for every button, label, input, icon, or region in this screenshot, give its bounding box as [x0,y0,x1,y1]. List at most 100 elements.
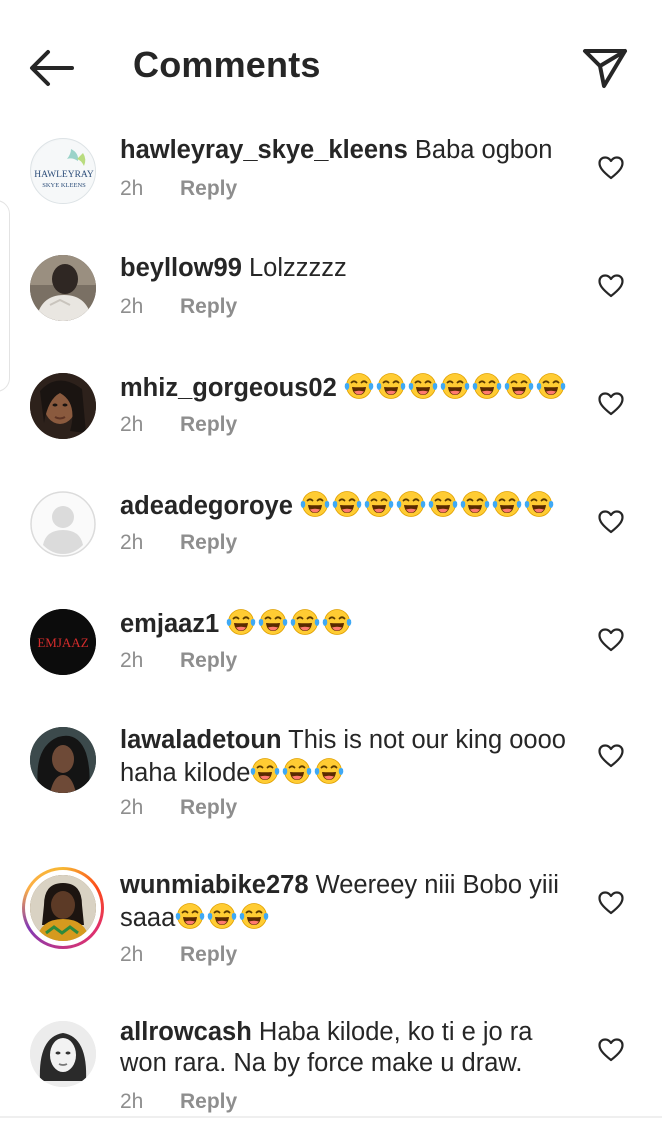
tears-of-joy-emoji-icon [259,609,288,635]
avatar[interactable] [30,727,96,793]
comment-time: 2h [120,649,144,672]
tears-of-joy-emoji-icon [504,373,534,399]
comment-text: lawaladetoun This is not our king oooo h… [120,725,570,789]
paper-plane-icon [583,49,627,88]
heart-icon[interactable] [598,628,624,652]
comment-time: 2h [120,1090,144,1113]
comment-username[interactable]: allrowcash [120,1018,252,1046]
comment-meta: 2h Reply [120,943,237,967]
tears-of-joy-emoji-icon [251,758,280,784]
comment-item: beyllow99 Lolzzzzz 2h Reply [0,248,662,366]
heart-icon[interactable] [598,274,624,298]
comment-username[interactable]: emjaaz1 [120,610,219,638]
avatar-logo-image: HAWLEYRAY SKYE KLEENS [32,140,95,203]
comment-item: mhiz_gorgeous02 2h Reply [0,366,662,484]
comment-time: 2h [120,531,144,554]
comment-text: hawleyray_skye_kleens Baba ogbon [120,135,570,166]
comment-item: HAWLEYRAY SKYE KLEENS hawleyray_skye_kle… [0,130,662,248]
heart-icon[interactable] [598,891,624,915]
comment-text: emjaaz1 [120,607,570,640]
reply-button[interactable]: Reply [180,295,237,318]
comment-time: 2h [120,796,144,819]
tears-of-joy-emoji-icon [208,903,237,929]
emoji-group [344,373,568,402]
avatar-photo [30,255,96,321]
comment-meta: 2h Reply [120,295,237,319]
comment-username[interactable]: hawleyray_skye_kleens [120,136,408,164]
comment-username[interactable]: beyllow99 [120,254,242,282]
comment-item: EMJAAZ emjaaz1 2h Reply [0,602,662,720]
emoji-group [300,491,556,520]
avatar[interactable] [30,1021,96,1087]
comment-item: adeadegoroye 2h Reply [0,484,662,602]
avatar[interactable] [30,875,96,941]
tears-of-joy-emoji-icon [323,609,352,635]
reply-button[interactable]: Reply [180,796,237,819]
avatar-photo [30,373,96,439]
tears-of-joy-emoji-icon [227,609,256,635]
comment-text: mhiz_gorgeous02 [120,371,570,404]
tears-of-joy-emoji-icon [492,491,522,517]
comment-text: adeadegoroye [120,489,570,522]
tears-of-joy-emoji-icon [315,758,344,784]
comment-item: lawaladetoun This is not our king oooo h… [0,720,662,848]
avatar-photo [30,875,96,941]
heart-icon[interactable] [598,744,624,768]
page-title: Comments [133,44,321,85]
reply-button[interactable]: Reply [180,177,237,200]
comment-time: 2h [120,295,144,318]
tears-of-joy-emoji-icon [408,373,438,399]
avatar[interactable] [30,373,96,439]
comment-username[interactable]: wunmiabike278 [120,871,309,899]
comment-text: allrowcash Haba kilode, ko ti e jo ra wo… [120,1017,570,1079]
tears-of-joy-emoji-icon [291,609,320,635]
comment-time: 2h [120,413,144,436]
heart-icon[interactable] [598,510,624,534]
tears-of-joy-emoji-icon [344,373,374,399]
avatar[interactable]: HAWLEYRAY SKYE KLEENS [30,138,96,204]
avatar[interactable]: EMJAAZ [30,609,96,675]
avatar[interactable] [30,255,96,321]
comment-text: beyllow99 Lolzzzzz [120,253,570,284]
tears-of-joy-emoji-icon [396,491,426,517]
comment-meta: 2h Reply [120,649,237,673]
comment-username[interactable]: mhiz_gorgeous02 [120,374,337,402]
comment-item: wunmiabike278 Weereey niii Bobo yiii saa… [0,867,662,997]
tears-of-joy-emoji-icon [240,903,269,929]
bottom-divider [0,1116,662,1118]
comment-meta: 2h Reply [120,531,237,555]
heart-icon[interactable] [598,392,624,416]
reply-button[interactable]: Reply [180,943,237,966]
default-avatar-icon [30,491,96,557]
tears-of-joy-emoji-icon [440,373,470,399]
arrow-left-icon [30,50,74,86]
share-button[interactable] [580,44,630,90]
tears-of-joy-emoji-icon [428,491,458,517]
tears-of-joy-emoji-icon [176,903,205,929]
reply-button[interactable]: Reply [180,413,237,436]
back-button[interactable] [26,46,76,90]
avatar-photo [30,1021,96,1087]
tears-of-joy-emoji-icon [364,491,394,517]
comment-username[interactable]: lawaladetoun [120,726,282,754]
reply-button[interactable]: Reply [180,1090,237,1113]
comment-item: allrowcash Haba kilode, ko ti e jo ra wo… [0,1014,662,1121]
avatar-text: EMJAAZ [37,635,88,650]
heart-icon[interactable] [598,156,624,180]
reply-button[interactable]: Reply [180,531,237,554]
reply-button[interactable]: Reply [180,649,237,672]
comment-username[interactable]: adeadegoroye [120,492,293,520]
comment-body: Baba ogbon [414,136,553,164]
avatar[interactable] [30,491,96,557]
emoji-group [226,609,354,638]
tears-of-joy-emoji-icon [283,758,312,784]
avatar-photo [30,727,96,793]
tears-of-joy-emoji-icon [332,491,362,517]
comment-meta: 2h Reply [120,177,237,201]
tears-of-joy-emoji-icon [460,491,490,517]
comment-time: 2h [120,177,144,200]
comment-meta: 2h Reply [120,413,237,437]
heart-icon[interactable] [598,1038,624,1062]
comment-meta: 2h Reply [120,1090,237,1114]
header: Comments [0,0,662,130]
